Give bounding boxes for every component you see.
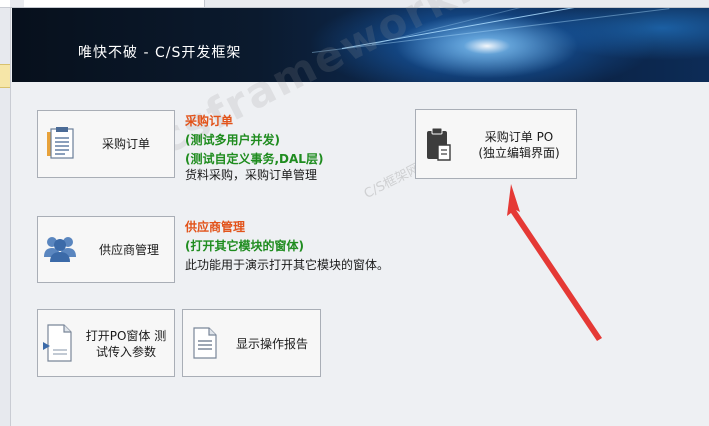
po-standalone-label-line1: 采购订单 PO <box>484 130 554 144</box>
purchase-order-button[interactable]: 采购订单 <box>37 110 175 178</box>
watermark-subtext: C/S框架网 <box>361 160 423 202</box>
arrow-shape <box>507 184 602 341</box>
banner-title: 唯快不破 - C/S开发框架 <box>78 45 242 61</box>
left-strip-selected-item[interactable] <box>0 64 10 88</box>
supplier-desc-line1: (打开其它模块的窗体) <box>185 239 304 253</box>
users-icon <box>44 237 76 262</box>
po-standalone-label: 采购订单 PO (独立编辑界面) <box>464 129 574 161</box>
clipboard-dark-icon <box>427 127 451 161</box>
open-po-form-label-line1: 打开PO窗体 测 <box>85 329 167 343</box>
active-tab[interactable] <box>24 0 205 7</box>
po-desc-title: 采购订单 <box>185 114 234 128</box>
purchase-order-description: 采购订单 (测试多用户并发) (测试自定义事务,DAL层) 货料采购，采购订单管… <box>185 112 323 185</box>
clipboard-list-icon <box>47 127 74 159</box>
tab-strip <box>10 0 709 8</box>
show-report-label: 显示操作报告 <box>235 337 308 351</box>
open-po-form-label-line2: 试传入参数 <box>95 345 156 359</box>
po-standalone-label-line2: (独立编辑界面) <box>478 146 560 160</box>
purchase-order-label: 采购订单 <box>101 137 150 151</box>
supplier-desc-line2: 此功能用于演示打开其它模块的窗体。 <box>185 258 390 272</box>
open-po-form-button[interactable]: 打开PO窗体 测 试传入参数 <box>37 309 175 377</box>
left-strip-top <box>0 0 10 8</box>
supplier-management-label: 供应商管理 <box>98 243 159 257</box>
supplier-desc-title: 供应商管理 <box>185 220 246 234</box>
purchase-order-standalone-button[interactable]: 采购订单 PO (独立编辑界面) <box>415 109 577 179</box>
show-report-button[interactable]: 显示操作报告 <box>182 309 321 377</box>
supplier-management-button[interactable]: 供应商管理 <box>37 216 175 283</box>
po-desc-line1: (测试多用户并发) <box>185 133 280 147</box>
supplier-description: 供应商管理 (打开其它模块的窗体) 此功能用于演示打开其它模块的窗体。 <box>185 218 389 275</box>
open-form-icon <box>43 324 72 362</box>
document-icon <box>193 327 217 359</box>
open-po-form-label: 打开PO窗体 测 试传入参数 <box>78 328 174 360</box>
left-panel-strip <box>0 0 11 426</box>
po-desc-line3: 货料采购，采购订单管理 <box>185 168 318 182</box>
